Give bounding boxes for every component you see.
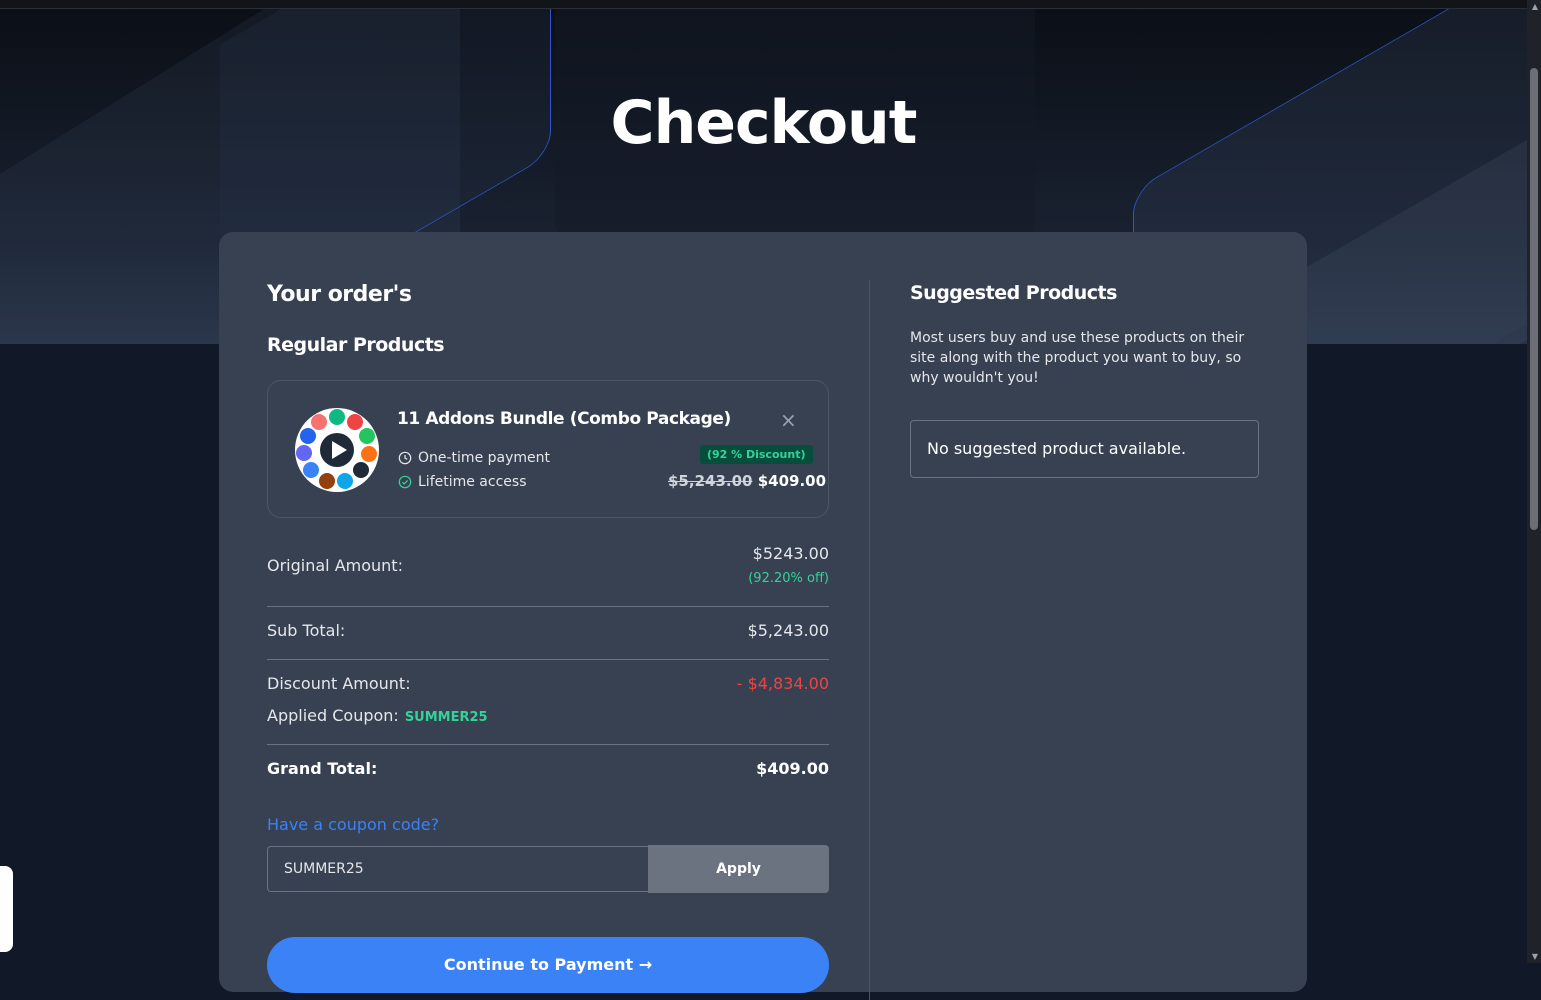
coupon-code-link[interactable]: Have a coupon code? (267, 815, 439, 834)
feature-lifetime-access: Lifetime access (398, 474, 527, 490)
page-title: Checkout (610, 88, 918, 158)
grand-total-label: Grand Total: (267, 759, 378, 778)
feature-label: One-time payment (418, 450, 551, 466)
top-bar (0, 0, 1527, 9)
discount-amount-label: Discount Amount: (267, 674, 411, 693)
product-item: 11 Addons Bundle (Combo Package) × One-t… (267, 380, 829, 518)
continue-to-payment-button[interactable]: Continue to Payment → (267, 937, 829, 993)
product-name: 11 Addons Bundle (Combo Package) (397, 409, 731, 429)
discount-amount-value: - $4,834.00 (736, 674, 829, 693)
original-discount-percent: (92.20% off) (748, 571, 829, 586)
applied-coupon: Applied Coupon: SUMMER25 (267, 706, 488, 725)
feature-one-time-payment: One-time payment (398, 450, 550, 466)
divider (267, 659, 829, 660)
scroll-up-arrow-icon[interactable]: ▲ (1532, 2, 1538, 11)
suggested-description: Most users buy and use these products on… (910, 330, 1245, 386)
grand-total-value: $409.00 (756, 759, 829, 778)
original-amount-label: Original Amount: (267, 556, 403, 575)
column-divider (869, 280, 870, 1000)
divider (267, 606, 829, 607)
discount-badge: (92 % Discount) (700, 445, 813, 464)
suggested-heading: Suggested Products (910, 282, 1117, 304)
scroll-down-arrow-icon[interactable]: ▼ (1532, 952, 1538, 961)
new-price: $409.00 (757, 472, 827, 490)
chat-widget-tab[interactable] (0, 866, 13, 952)
subtotal-label: Sub Total: (267, 621, 346, 640)
coupon-input[interactable] (267, 846, 650, 892)
divider (267, 744, 829, 745)
scrollbar-thumb[interactable] (1530, 68, 1538, 530)
product-price: $5,243.00 $409.00 (668, 472, 826, 490)
original-amount-value: $5243.00 (752, 544, 829, 563)
subtotal-value: $5,243.00 (747, 621, 829, 640)
scrollbar[interactable]: ▲ ▼ (1527, 0, 1541, 963)
applied-coupon-label: Applied Coupon: (267, 706, 399, 725)
checkout-card: Your order's Regular Products 11 Addons … (219, 232, 1307, 1000)
no-suggested-product-message: No suggested product available. (910, 420, 1259, 478)
remove-product-close-icon[interactable]: × (780, 408, 797, 432)
feature-label: Lifetime access (418, 474, 527, 490)
check-circle-icon (398, 475, 412, 489)
addons-bundle-logo (295, 408, 379, 492)
order-heading: Your order's (267, 282, 412, 307)
applied-coupon-code: SUMMER25 (404, 710, 488, 725)
old-price: $5,243.00 (668, 472, 753, 490)
regular-products-heading: Regular Products (267, 334, 445, 356)
clock-icon (398, 451, 412, 465)
apply-coupon-button[interactable]: Apply (648, 845, 829, 893)
